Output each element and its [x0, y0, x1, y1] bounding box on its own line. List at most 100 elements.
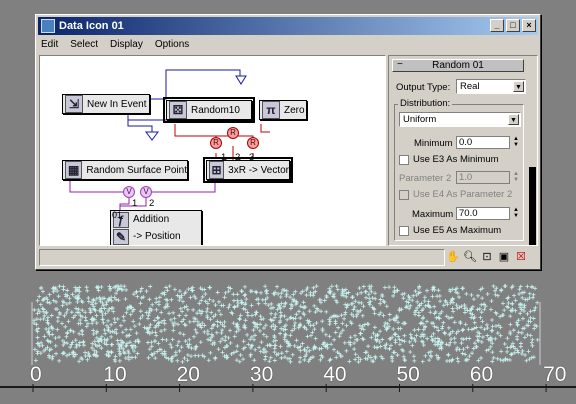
particle [156, 299, 161, 304]
node-random10[interactable]: ⚄ Random10 [163, 97, 255, 123]
particle [106, 353, 111, 358]
particle [273, 338, 278, 343]
particle [461, 347, 466, 352]
node-new-in-event[interactable]: ⇲ New In Event [62, 94, 150, 114]
particle [234, 329, 239, 334]
particle [77, 331, 82, 336]
particle [407, 339, 412, 344]
wires [69, 69, 270, 216]
particle [73, 338, 78, 343]
particle [220, 328, 225, 333]
menu-select[interactable]: Select [70, 37, 98, 53]
particle [172, 316, 177, 321]
window-icon [41, 19, 55, 33]
v-badge-2: V [140, 186, 152, 198]
particle [126, 351, 131, 356]
hand-icon[interactable]: ✋ [446, 250, 460, 264]
particle [253, 347, 258, 352]
particle [182, 305, 187, 310]
particle [288, 333, 293, 338]
particle [145, 316, 150, 321]
node-addition[interactable]: ƒ Addition ✎ -> Position [110, 210, 202, 245]
particle [269, 311, 274, 316]
rollout-header[interactable]: − Random 01 [392, 59, 524, 72]
output-type-dropdown[interactable]: Real ▼ [456, 79, 526, 94]
title-bar[interactable]: Data Icon 01 _ □ × [38, 17, 538, 35]
frame-icon[interactable]: ▣ [497, 250, 511, 264]
particle [372, 344, 377, 349]
particle [502, 308, 507, 313]
particle [522, 335, 527, 340]
particle [64, 334, 69, 339]
particle [479, 310, 484, 315]
particle [308, 323, 313, 328]
particle [221, 303, 226, 308]
particle [121, 314, 126, 319]
particle [90, 321, 95, 326]
parameter2-spin-arrows[interactable]: ▲ ▼ [512, 171, 520, 184]
particle [490, 324, 495, 329]
particle [413, 289, 418, 294]
parameter2-label: Parameter 2 [399, 173, 452, 184]
particle [115, 338, 120, 343]
minimize-button[interactable]: _ [490, 19, 504, 32]
parameter2-spinner[interactable]: 1.0 [456, 171, 510, 184]
particle [218, 312, 223, 317]
node-graph-canvas[interactable]: ⇲ New In Event ⚄ Random10 π Zero ▦ Rando… [39, 55, 386, 246]
particle [209, 310, 214, 315]
particle [273, 312, 278, 317]
particle [383, 346, 388, 351]
maximum-spin-arrows[interactable]: ▲ ▼ [512, 207, 520, 220]
node-random-surface-point[interactable]: ▦ Random Surface Point [62, 160, 188, 180]
delete-icon[interactable]: ☒ [514, 250, 528, 264]
particle [516, 330, 521, 335]
particle [427, 358, 432, 363]
close-button[interactable]: × [522, 19, 536, 32]
particle [84, 318, 89, 323]
particle [288, 295, 293, 300]
use-e5-checkbox[interactable] [399, 226, 409, 236]
particle [41, 316, 46, 321]
menu-display[interactable]: Display [110, 37, 143, 53]
maximize-button[interactable]: □ [506, 19, 520, 32]
particle [176, 339, 181, 344]
particle [352, 347, 357, 352]
zoom-icon[interactable]: 🔍︎ [463, 250, 477, 264]
particle [254, 310, 259, 315]
use-e3-checkbox[interactable] [399, 155, 409, 165]
maximum-spinner[interactable]: 70.0 [456, 207, 510, 220]
scroll-thumb[interactable] [529, 167, 536, 245]
particle [531, 355, 536, 360]
particle [333, 319, 338, 324]
particle [191, 319, 196, 324]
node-zero[interactable]: π Zero [259, 100, 307, 120]
particle [171, 328, 176, 333]
particle [320, 327, 325, 332]
particle [241, 357, 246, 362]
particle [401, 354, 406, 359]
minimum-spinner[interactable]: 0.0 [456, 136, 510, 149]
menu-edit[interactable]: Edit [41, 37, 58, 53]
particle [456, 359, 461, 364]
particle [340, 321, 345, 326]
zoom-region-icon[interactable]: ⊡ [480, 250, 494, 264]
particle [197, 301, 202, 306]
particle [455, 356, 460, 361]
maximum-label: Maximum [412, 209, 454, 220]
minimum-spin-arrows[interactable]: ▲ ▼ [512, 136, 520, 149]
particle [367, 302, 372, 307]
particle [412, 328, 417, 333]
particle [257, 345, 262, 350]
use-e4-checkbox[interactable] [399, 190, 409, 200]
node-vector[interactable]: ⊞ 3xR -> Vector [203, 157, 293, 183]
rollout-scrollbar[interactable] [529, 57, 536, 245]
particle [220, 350, 225, 355]
window-title: Data Icon 01 [59, 20, 124, 32]
pi-icon: π [262, 101, 280, 119]
particle [393, 332, 398, 337]
distribution-dropdown[interactable]: Uniform ▼ [399, 112, 521, 127]
menu-options[interactable]: Options [155, 37, 189, 53]
particle [356, 300, 361, 305]
particle [254, 290, 259, 295]
particle [154, 296, 159, 301]
